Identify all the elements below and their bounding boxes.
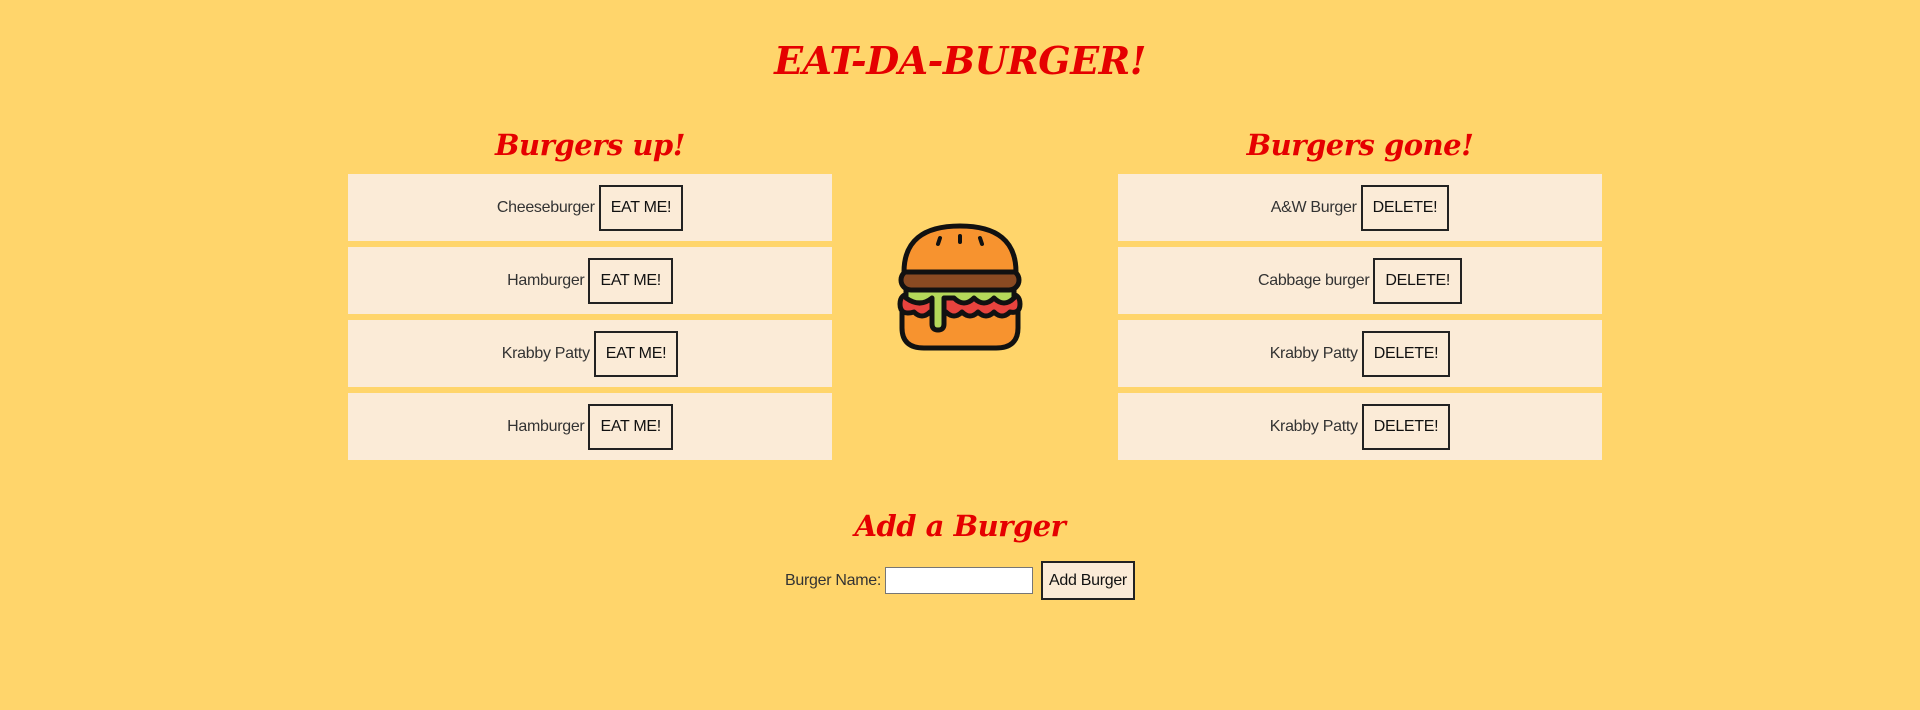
burger-name: Cabbage burger: [1257, 271, 1370, 289]
burgers-gone-list: A&W Burger DELETE! Cabbage burger DELETE…: [1118, 174, 1602, 466]
burger-name: Krabby Patty: [1269, 417, 1358, 435]
eat-me-button[interactable]: EAT ME!: [593, 330, 679, 377]
burger-up-card: Krabby Patty EAT ME!: [348, 320, 832, 387]
burger-up-card: Cheeseburger EAT ME!: [348, 174, 832, 241]
burgers-gone-title: Burgers gone!: [1246, 128, 1474, 162]
delete-button[interactable]: DELETE!: [1361, 330, 1451, 377]
burger-icon: [897, 223, 1023, 351]
delete-button[interactable]: DELETE!: [1373, 257, 1463, 304]
burgers-up-list: Cheeseburger EAT ME! Hamburger EAT ME! K…: [348, 174, 832, 466]
burger-gone-card: Krabby Patty DELETE!: [1118, 393, 1602, 460]
burger-name: Hamburger: [507, 417, 585, 435]
add-burger-title: Add a Burger: [854, 509, 1066, 543]
burger-name: Krabby Patty: [1269, 344, 1358, 362]
burger-name: Krabby Patty: [501, 344, 590, 362]
add-burger-form: Burger Name: Add Burger: [0, 561, 1920, 600]
eat-me-button[interactable]: EAT ME!: [588, 403, 673, 450]
burger-up-card: Hamburger EAT ME!: [348, 247, 832, 314]
eat-me-button[interactable]: EAT ME!: [588, 257, 673, 304]
burger-gone-card: Cabbage burger DELETE!: [1118, 247, 1602, 314]
burger-name: A&W Burger: [1270, 198, 1357, 216]
burgers-up-title: Burgers up!: [495, 128, 685, 162]
delete-button[interactable]: DELETE!: [1360, 184, 1450, 231]
add-burger-button[interactable]: Add Burger: [1041, 561, 1135, 600]
burger-name-input[interactable]: [885, 567, 1034, 594]
eat-me-button[interactable]: EAT ME!: [598, 184, 684, 231]
burger-name-label: Burger Name:: [785, 571, 882, 589]
burger-up-card: Hamburger EAT ME!: [348, 393, 832, 460]
burger-name: Cheeseburger: [496, 198, 595, 216]
delete-button[interactable]: DELETE!: [1361, 403, 1451, 450]
burger-name: Hamburger: [507, 271, 585, 289]
burger-gone-card: A&W Burger DELETE!: [1118, 174, 1602, 241]
burger-gone-card: Krabby Patty DELETE!: [1118, 320, 1602, 387]
page-title: EAT-DA-BURGER!: [774, 38, 1146, 83]
